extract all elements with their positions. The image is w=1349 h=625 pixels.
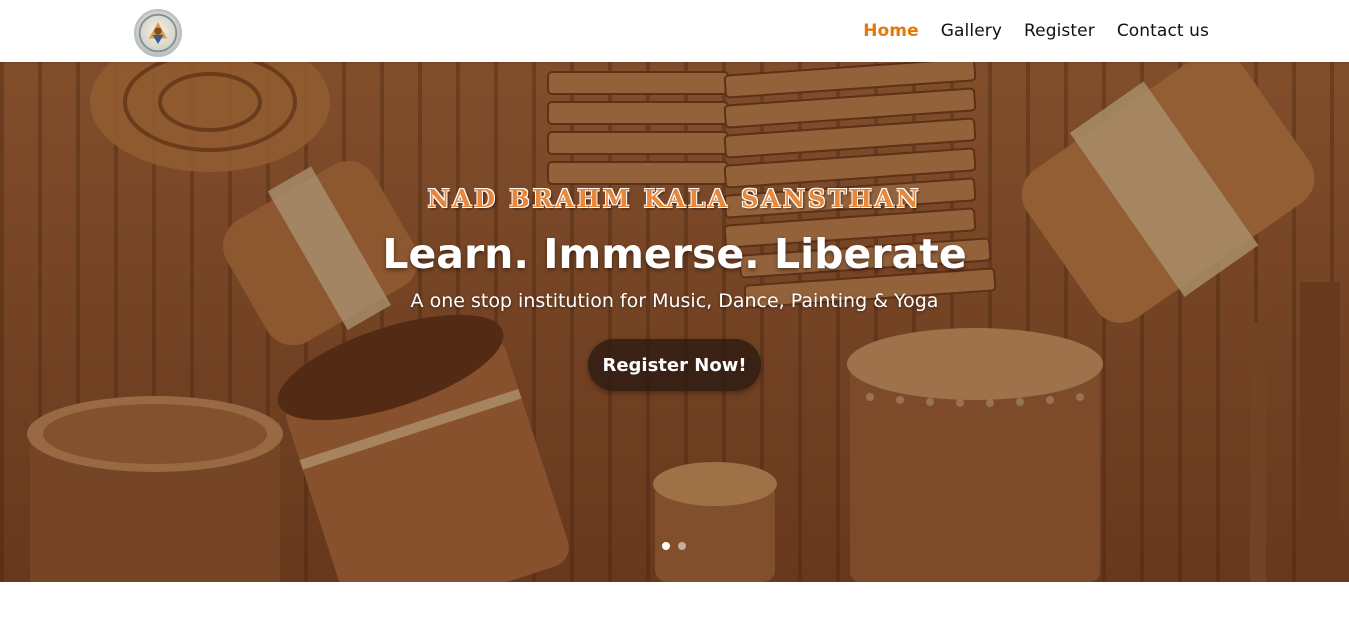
nav-gallery[interactable]: Gallery — [941, 21, 1002, 41]
register-now-button[interactable]: Register Now! — [588, 339, 761, 391]
nav-home[interactable]: Home — [863, 21, 919, 41]
site-header: Home Gallery Register Contact us — [0, 0, 1349, 62]
hero-content: NAD BRAHM KALA SANSTHAN Learn. Immerse. … — [0, 62, 1349, 582]
site-logo[interactable] — [134, 9, 182, 57]
slider-dot-2[interactable] — [678, 542, 686, 550]
logo-emblem-icon — [138, 13, 178, 53]
hero-slider: NAD BRAHM KALA SANSTHAN Learn. Immerse. … — [0, 62, 1349, 582]
hero-subline: A one stop institution for Music, Dance,… — [410, 290, 939, 312]
slider-dot-1[interactable] — [662, 542, 670, 550]
slider-dots — [662, 542, 686, 550]
hero-eyebrow: NAD BRAHM KALA SANSTHAN — [427, 184, 922, 213]
hero-headline: Learn. Immerse. Liberate — [382, 230, 967, 278]
nav-contact-us[interactable]: Contact us — [1117, 21, 1209, 41]
nav-register[interactable]: Register — [1024, 21, 1095, 41]
main-nav: Home Gallery Register Contact us — [863, 0, 1209, 62]
